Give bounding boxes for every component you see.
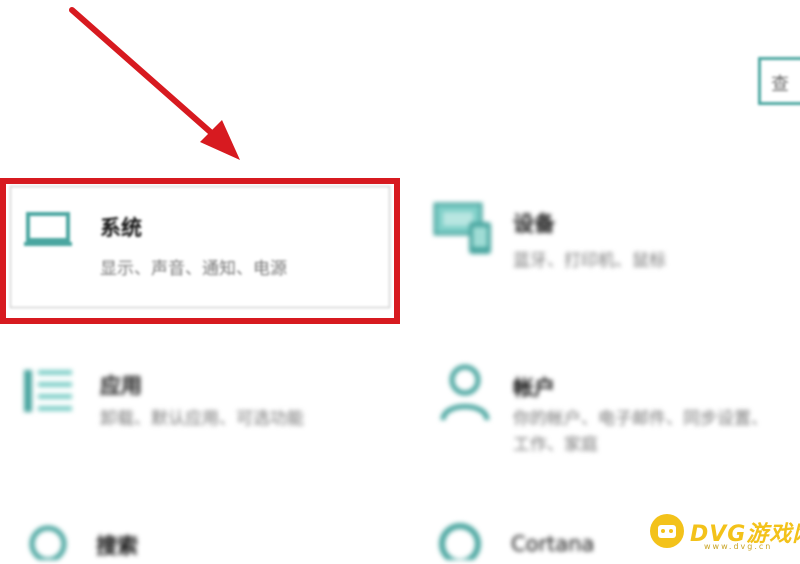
watermark-game-icon bbox=[650, 514, 684, 548]
person-icon bbox=[437, 362, 493, 428]
search-box-text: 查 bbox=[771, 74, 789, 95]
tile-title: 应用 bbox=[100, 374, 142, 398]
tile-title: 帐户 bbox=[513, 376, 555, 400]
tile-title: 搜索 bbox=[96, 534, 138, 558]
tile-title: 系统 bbox=[100, 216, 142, 240]
settings-tile-apps[interactable]: 应用 卸载、默认应用、可选功能 bbox=[0, 350, 410, 470]
tile-description: 卸载、默认应用、可选功能 bbox=[100, 409, 304, 429]
settings-tile-devices[interactable]: 设备 蓝牙、打印机、鼠标 bbox=[425, 190, 795, 300]
watermark-url: www.dvg.cn bbox=[704, 542, 773, 551]
apps-list-icon bbox=[22, 364, 76, 424]
tile-description: 你的帐户、电子邮件、同步设置、 bbox=[513, 409, 768, 429]
devices-icon bbox=[433, 200, 495, 260]
settings-tile-search[interactable]: 搜索 bbox=[0, 510, 410, 563]
search-icon bbox=[26, 520, 72, 564]
tile-title: 设备 bbox=[513, 212, 555, 236]
settings-tile-system[interactable]: 系统 显示、声音、通知、电源 bbox=[0, 168, 408, 329]
tile-description: 显示、声音、通知、电源 bbox=[100, 259, 287, 279]
laptop-icon bbox=[22, 212, 74, 254]
watermark-logo: DVG游戏网 www.dvg.cn bbox=[646, 512, 800, 552]
settings-tile-accounts[interactable]: 帐户 你的帐户、电子邮件、同步设置、 工作、家庭 bbox=[425, 350, 800, 490]
tile-description: 蓝牙、打印机、鼠标 bbox=[513, 251, 666, 271]
tile-description-line2: 工作、家庭 bbox=[513, 435, 598, 455]
tile-title: Cortana bbox=[511, 532, 595, 556]
cortana-icon bbox=[435, 518, 485, 564]
search-box[interactable]: 查 bbox=[758, 57, 800, 105]
